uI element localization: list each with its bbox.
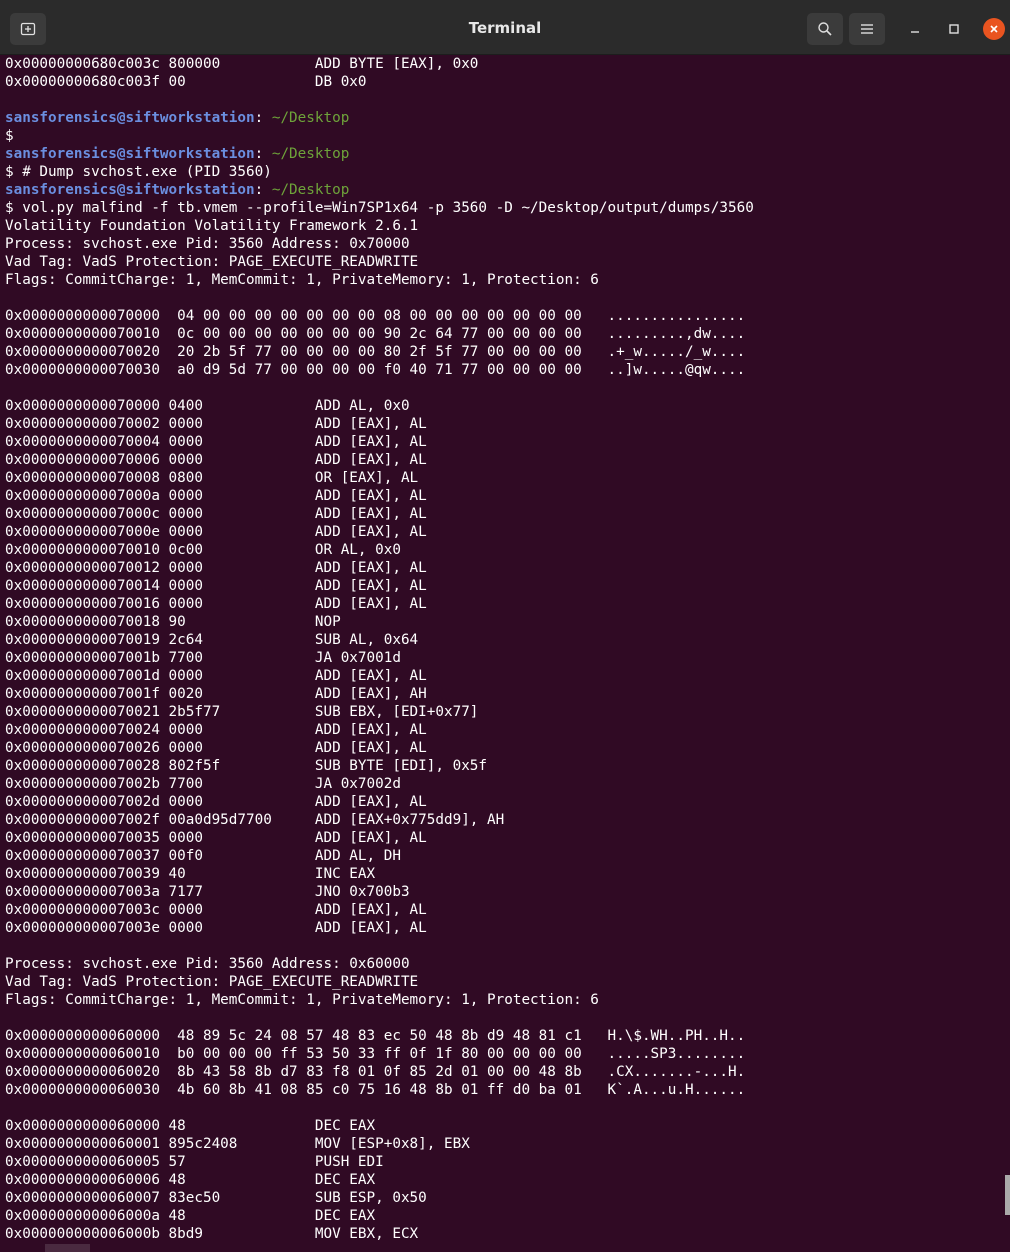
terminal-line: 0x000000000007003c 0000 ADD [EAX], AL: [5, 902, 427, 918]
prompt-line: sansforensics@siftworkstation: ~/Desktop: [5, 109, 1010, 127]
terminal-line: 0x0000000000070019 2c64 SUB AL, 0x64: [5, 632, 419, 648]
terminal-line: 0x0000000000070002 0000 ADD [EAX], AL: [5, 416, 427, 432]
terminal-line: $: [5, 128, 14, 144]
prompt-line: sansforensics@siftworkstation: ~/Desktop: [5, 181, 1010, 199]
terminal-line: 0x0000000000070037 00f0 ADD AL, DH: [5, 848, 401, 864]
terminal-line: 0x0000000000070008 0800 OR [EAX], AL: [5, 470, 419, 486]
terminal-line: 0x0000000000070028 802f5f SUB BYTE [EDI]…: [5, 758, 488, 774]
terminal-line: 0x000000000007003a 7177 JNO 0x700b3: [5, 884, 410, 900]
maximize-icon: [949, 24, 959, 34]
terminal-line: 0x0000000000070004 0000 ADD [EAX], AL: [5, 434, 427, 450]
terminal-line: 0x000000000007002f 00a0d95d7700 ADD [EAX…: [5, 812, 505, 828]
terminal-line: 0x000000000007002b 7700 JA 0x7002d: [5, 776, 401, 792]
terminal-line: 0x0000000000070039 40 INC EAX: [5, 866, 376, 882]
terminal-line: 0x0000000000070014 0000 ADD [EAX], AL: [5, 578, 427, 594]
terminal-line: 0x0000000000070016 0000 ADD [EAX], AL: [5, 596, 427, 612]
new-tab-button[interactable]: [10, 13, 46, 45]
terminal-line: 0x0000000000070035 0000 ADD [EAX], AL: [5, 830, 427, 846]
terminal-line: 0x0000000000070020 20 2b 5f 77 00 00 00 …: [5, 344, 746, 360]
terminal-line: Process: svchost.exe Pid: 3560 Address: …: [5, 956, 410, 972]
search-icon: [818, 22, 832, 36]
terminal-line: 0x0000000000060005 57 PUSH EDI: [5, 1154, 384, 1170]
terminal-line: 0x0000000000070012 0000 ADD [EAX], AL: [5, 560, 427, 576]
terminal-line: $ vol.py malfind -f tb.vmem --profile=Wi…: [5, 200, 754, 216]
terminal-line: 0x000000000007000e 0000 ADD [EAX], AL: [5, 524, 427, 540]
terminal-line: 0x000000000007000a 0000 ADD [EAX], AL: [5, 488, 427, 504]
terminal-line: 0x0000000000070010 0c00 OR AL, 0x0: [5, 542, 401, 558]
prompt-separator: :: [254, 146, 264, 162]
terminal-line: Vad Tag: VadS Protection: PAGE_EXECUTE_R…: [5, 254, 419, 270]
terminal-line: 0x0000000000060006 48 DEC EAX: [5, 1172, 376, 1188]
bottom-scroll-indicator: [45, 1244, 90, 1252]
close-button[interactable]: [983, 18, 1005, 40]
terminal-line: 0x0000000000060000 48 DEC EAX: [5, 1118, 376, 1134]
terminal-window: Terminal 0x00000000680c003c 800000 ADD B…: [0, 0, 1010, 1252]
title-bar: Terminal: [0, 0, 1010, 55]
terminal-line: Flags: CommitCharge: 1, MemCommit: 1, Pr…: [5, 992, 599, 1008]
new-tab-icon: [20, 22, 36, 36]
minimize-button[interactable]: [904, 18, 926, 40]
terminal-line: 0x0000000000070006 0000 ADD [EAX], AL: [5, 452, 427, 468]
terminal-line: 0x0000000000060000 48 89 5c 24 08 57 48 …: [5, 1028, 746, 1044]
terminal-line: Volatility Foundation Volatility Framewo…: [5, 218, 419, 234]
terminal-line: 0x000000000007001f 0020 ADD [EAX], AH: [5, 686, 427, 702]
terminal-line: Flags: CommitCharge: 1, MemCommit: 1, Pr…: [5, 272, 599, 288]
terminal-line: 0x000000000007003e 0000 ADD [EAX], AL: [5, 920, 427, 936]
terminal-line: 0x0000000000060020 8b 43 58 8b d7 83 f8 …: [5, 1064, 746, 1080]
prompt-separator: :: [254, 110, 264, 126]
minimize-icon: [911, 31, 919, 33]
close-icon: [990, 25, 998, 33]
terminal-line: 0x000000000007002d 0000 ADD [EAX], AL: [5, 794, 427, 810]
terminal-line: Process: svchost.exe Pid: 3560 Address: …: [5, 236, 410, 252]
terminal-line: 0x00000000680c003f 00 DB 0x0: [5, 74, 367, 90]
terminal-line: 0x00000000680c003c 800000 ADD BYTE [EAX]…: [5, 56, 479, 72]
terminal-line: 0x0000000000070000 0400 ADD AL, 0x0: [5, 398, 410, 414]
terminal-line: 0x0000000000070018 90 NOP: [5, 614, 341, 630]
prompt-user: sansforensics@siftworkstation: [5, 110, 255, 126]
prompt-line: sansforensics@siftworkstation: ~/Desktop: [5, 145, 1010, 163]
scrollbar-thumb[interactable]: [1005, 1175, 1010, 1215]
terminal-line: 0x0000000000070024 0000 ADD [EAX], AL: [5, 722, 427, 738]
search-button[interactable]: [807, 13, 843, 45]
terminal-line: 0x0000000000070030 a0 d9 5d 77 00 00 00 …: [5, 362, 746, 378]
prompt-separator: :: [254, 182, 264, 198]
terminal-line: 0x000000000007001d 0000 ADD [EAX], AL: [5, 668, 427, 684]
terminal-line: 0x0000000000070000 04 00 00 00 00 00 00 …: [5, 308, 746, 324]
prompt-user: sansforensics@siftworkstation: [5, 182, 255, 198]
terminal-line: 0x0000000000060010 b0 00 00 00 ff 53 50 …: [5, 1046, 746, 1062]
terminal-line: 0x0000000000070021 2b5f77 SUB EBX, [EDI+…: [5, 704, 479, 720]
terminal-line: Vad Tag: VadS Protection: PAGE_EXECUTE_R…: [5, 974, 419, 990]
prompt-path: ~/Desktop: [263, 146, 350, 162]
hamburger-menu-icon: [861, 24, 873, 34]
terminal-line: 0x0000000000060001 895c2408 MOV [ESP+0x8…: [5, 1136, 470, 1152]
terminal-line: 0x000000000007000c 0000 ADD [EAX], AL: [5, 506, 427, 522]
terminal-line: 0x0000000000060007 83ec50 SUB ESP, 0x50: [5, 1190, 427, 1206]
terminal-line: 0x0000000000060030 4b 60 8b 41 08 85 c0 …: [5, 1082, 746, 1098]
prompt-user: sansforensics@siftworkstation: [5, 146, 255, 162]
terminal-line: 0x0000000000070026 0000 ADD [EAX], AL: [5, 740, 427, 756]
terminal-line: 0x000000000007001b 7700 JA 0x7001d: [5, 650, 401, 666]
maximize-button[interactable]: [943, 18, 965, 40]
menu-button[interactable]: [849, 13, 885, 45]
prompt-path: ~/Desktop: [263, 182, 350, 198]
terminal-line: 0x000000000006000b 8bd9 MOV EBX, ECX: [5, 1226, 419, 1242]
terminal-output[interactable]: 0x00000000680c003c 800000 ADD BYTE [EAX]…: [0, 55, 1010, 1252]
terminal-line: $ # Dump svchost.exe (PID 3560): [5, 164, 272, 180]
terminal-line: 0x000000000006000a 48 DEC EAX: [5, 1208, 376, 1224]
terminal-line: 0x0000000000070010 0c 00 00 00 00 00 00 …: [5, 326, 746, 342]
prompt-path: ~/Desktop: [263, 110, 350, 126]
